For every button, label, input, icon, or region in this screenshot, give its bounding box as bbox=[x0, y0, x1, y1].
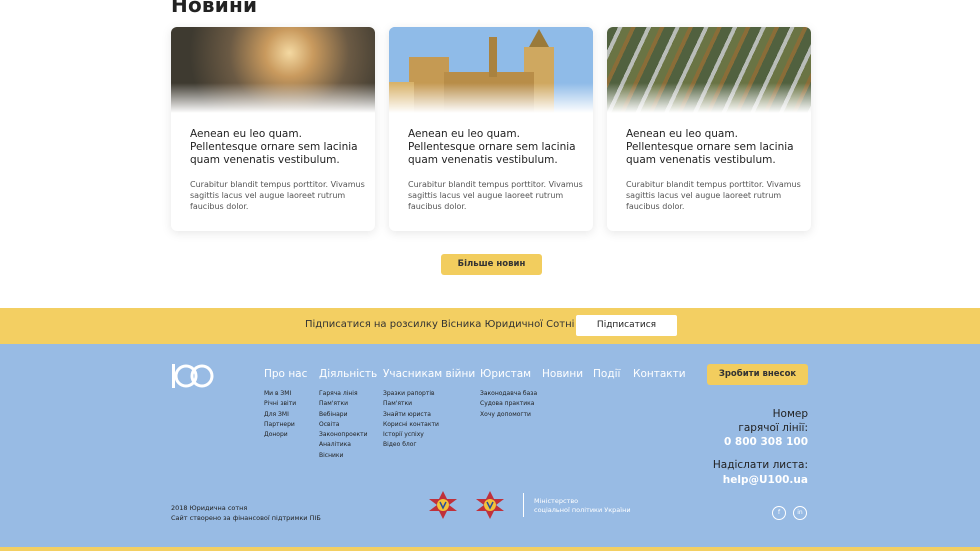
footer-link[interactable]: Пам'ятки bbox=[319, 399, 368, 409]
footer-links-activity: Гаряча лінія Пам'ятки Вебінари Освіта За… bbox=[319, 389, 368, 461]
nav-news[interactable]: Новини bbox=[542, 368, 583, 380]
footer-bottom-stripe bbox=[0, 547, 980, 551]
footer-link[interactable]: Пам'ятки bbox=[383, 399, 439, 409]
nav-events[interactable]: Події bbox=[593, 368, 620, 380]
news-card-text: Curabitur blandit tempus porttitor. Viva… bbox=[408, 180, 583, 211]
news-card-text: Curabitur blandit tempus porttitor. Viva… bbox=[626, 180, 801, 211]
footer-link[interactable]: Корисні контакти bbox=[383, 420, 439, 430]
footer-link[interactable]: Гаряча лінія bbox=[319, 389, 368, 399]
hotline-number[interactable]: 0 800 308 100 bbox=[724, 435, 808, 449]
news-card-image bbox=[171, 27, 375, 113]
footer-link[interactable]: Освіта bbox=[319, 420, 368, 430]
footer: Про нас Діяльність Учасникам війни Юрист… bbox=[0, 344, 980, 551]
news-cards: Aenean eu leo quam. Pellentesque ornare … bbox=[171, 27, 811, 231]
logo-icon[interactable] bbox=[171, 363, 215, 389]
footer-link[interactable]: Законодавча база bbox=[480, 389, 537, 399]
copyright-line: 2018 Юридична сотня bbox=[171, 504, 248, 512]
footer-link[interactable]: Законопроекти bbox=[319, 430, 368, 440]
ministry-line: Міністерство bbox=[534, 497, 579, 505]
mail-block: Надіслати листа: help@U100.ua bbox=[713, 458, 808, 488]
facebook-icon[interactable]: f bbox=[772, 506, 786, 520]
ministry-emblem-icon bbox=[476, 491, 504, 519]
more-news-button[interactable]: Більше новин bbox=[441, 254, 542, 275]
footer-link[interactable]: Ми в ЗМІ bbox=[264, 389, 296, 399]
news-card[interactable]: Aenean eu leo quam. Pellentesque ornare … bbox=[607, 27, 811, 231]
nav-activity[interactable]: Діяльність bbox=[319, 368, 377, 380]
subscribe-button[interactable]: Підписатися bbox=[576, 315, 677, 336]
footer-links-about: Ми в ЗМІ Річні звіти Для ЗМІ Партнери До… bbox=[264, 389, 296, 440]
nav-contacts[interactable]: Контакти bbox=[633, 368, 686, 380]
ministry-name: Міністерство соціальної політики України bbox=[534, 497, 631, 514]
footer-link[interactable]: Річні звіти bbox=[264, 399, 296, 409]
copyright-line: Сайт створено за фінансової підтримки ПІ… bbox=[171, 514, 321, 522]
nav-about[interactable]: Про нас bbox=[264, 368, 307, 380]
footer-link[interactable]: Зразки рапортів bbox=[383, 389, 439, 399]
subscribe-text: Підписатися на розсилку Вісника Юридично… bbox=[305, 319, 575, 330]
news-section-title: Новини bbox=[171, 0, 258, 17]
linkedin-icon[interactable]: in bbox=[793, 506, 807, 520]
hotline-label: Номер bbox=[772, 408, 808, 420]
footer-link[interactable]: Історії успіху bbox=[383, 430, 439, 440]
news-card[interactable]: Aenean eu leo quam. Pellentesque ornare … bbox=[171, 27, 375, 231]
church-image bbox=[389, 27, 593, 113]
footer-link[interactable]: Вебінари bbox=[319, 410, 368, 420]
news-card-image bbox=[389, 27, 593, 113]
nav-lawyers[interactable]: Юристам bbox=[480, 368, 531, 380]
footer-link[interactable]: Відео блог bbox=[383, 440, 439, 450]
subscribe-banner: Підписатися на розсилку Вісника Юридично… bbox=[0, 308, 980, 344]
news-card-heading[interactable]: Aenean eu leo quam. Pellentesque ornare … bbox=[408, 128, 583, 167]
armed-forces-emblem-icon bbox=[429, 491, 457, 519]
news-card-heading[interactable]: Aenean eu leo quam. Pellentesque ornare … bbox=[190, 128, 365, 167]
footer-link[interactable]: Партнери bbox=[264, 420, 296, 430]
footer-links-lawyers: Законодавча база Судова практика Хочу до… bbox=[480, 389, 537, 420]
footer-link[interactable]: Донори bbox=[264, 430, 296, 440]
nav-veterans[interactable]: Учасникам війни bbox=[383, 368, 475, 380]
footer-link[interactable]: Аналітика bbox=[319, 440, 368, 450]
copyright: 2018 Юридична сотня Сайт створено за фін… bbox=[171, 503, 321, 523]
donate-button[interactable]: Зробити внесок bbox=[707, 364, 808, 385]
footer-link[interactable]: Хочу допомогти bbox=[480, 410, 537, 420]
news-card-image bbox=[607, 27, 811, 113]
hotline-label: гарячої лінії: bbox=[738, 422, 808, 434]
footer-links-veterans: Зразки рапортів Пам'ятки Знайти юриста К… bbox=[383, 389, 439, 451]
news-card-text: Curabitur blandit tempus porttitor. Viva… bbox=[190, 180, 365, 211]
mail-address-link[interactable]: help@U100.ua bbox=[713, 473, 808, 488]
footer-link[interactable]: Вісники bbox=[319, 451, 368, 461]
hotline-block: Номер гарячої лінії: 0 800 308 100 bbox=[724, 407, 808, 449]
footer-link[interactable]: Судова практика bbox=[480, 399, 537, 409]
news-card-heading[interactable]: Aenean eu leo quam. Pellentesque ornare … bbox=[626, 128, 801, 167]
ministry-divider bbox=[523, 493, 524, 517]
footer-link[interactable]: Для ЗМІ bbox=[264, 410, 296, 420]
footer-link[interactable]: Знайти юриста bbox=[383, 410, 439, 420]
ministry-line: соціальної політики України bbox=[534, 505, 631, 514]
news-card[interactable]: Aenean eu leo quam. Pellentesque ornare … bbox=[389, 27, 593, 231]
mail-label: Надіслати листа: bbox=[712, 459, 808, 471]
